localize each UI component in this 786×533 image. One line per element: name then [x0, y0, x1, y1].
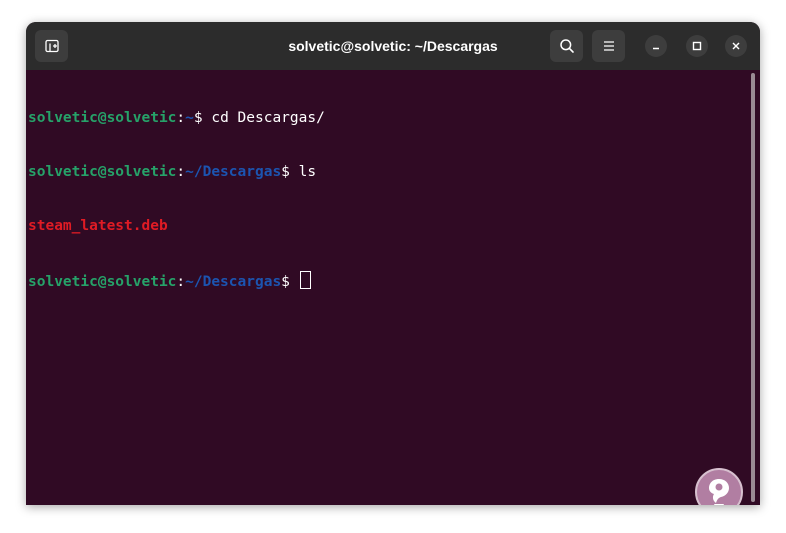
- search-button[interactable]: [550, 30, 583, 62]
- output-file-name: steam_latest.deb: [28, 218, 168, 234]
- menu-button[interactable]: [592, 30, 625, 62]
- prompt-user: solvetic@solvetic: [28, 274, 177, 290]
- prompt-user: solvetic@solvetic: [28, 164, 177, 180]
- titlebar: solvetic@solvetic: ~/Descargas: [26, 22, 760, 70]
- text-cursor: [299, 271, 311, 289]
- terminal-area[interactable]: solvetic@solvetic:~$ cd Descargas/ solve…: [26, 70, 760, 505]
- prompt-path: ~: [185, 110, 194, 126]
- hamburger-menu-icon: [603, 41, 614, 51]
- prompt-symbol: $: [193, 110, 212, 126]
- prompt-path: ~/Descargas: [185, 164, 282, 180]
- maximize-button[interactable]: [686, 35, 708, 57]
- prompt-separator: :: [176, 110, 186, 126]
- scrollbar[interactable]: [751, 73, 755, 502]
- prompt-separator: :: [176, 274, 186, 290]
- solvetic-logo-icon: [709, 479, 729, 505]
- search-icon: [559, 39, 574, 53]
- prompt-symbol: $: [281, 164, 299, 180]
- terminal-line: solvetic@solvetic:~/Descargas$: [28, 271, 325, 290]
- close-button[interactable]: [725, 35, 747, 57]
- terminal-window: solvetic@solvetic: ~/Descargas solvetic@…: [26, 22, 760, 505]
- terminal-line: solvetic@solvetic:~$ cd Descargas/: [28, 109, 325, 127]
- maximize-icon: [692, 41, 702, 51]
- prompt-symbol: $: [281, 274, 299, 290]
- terminal-line: solvetic@solvetic:~/Descargas$ ls: [28, 163, 325, 181]
- close-icon: [732, 42, 740, 50]
- minimize-icon: [653, 47, 659, 50]
- prompt-user: solvetic@solvetic: [28, 110, 177, 126]
- terminal-line: steam_latest.deb: [28, 217, 325, 235]
- minimize-button[interactable]: [645, 35, 667, 57]
- command-text: cd Descargas/: [211, 110, 325, 126]
- new-tab-button[interactable]: [35, 30, 68, 62]
- prompt-separator: :: [176, 164, 186, 180]
- command-text: ls: [298, 164, 317, 180]
- terminal-output: solvetic@solvetic:~$ cd Descargas/ solve…: [28, 73, 325, 325]
- prompt-path: ~/Descargas: [185, 274, 282, 290]
- watermark-logo: [695, 468, 743, 505]
- new-tab-icon: [44, 39, 59, 53]
